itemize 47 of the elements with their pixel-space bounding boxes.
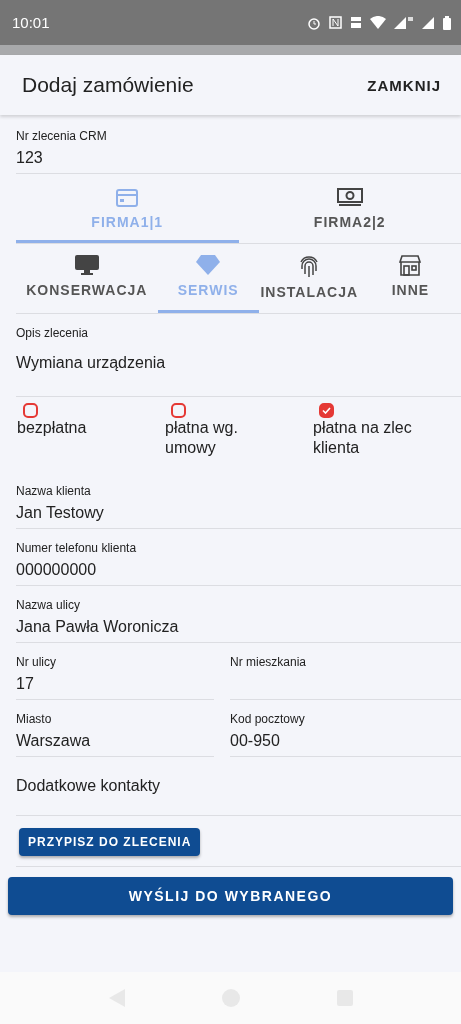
assign-button[interactable]: PRZYPISZ DO ZLECENIA [19, 828, 201, 856]
field-label: Opis zlecenia [16, 326, 90, 340]
wifi-icon [370, 16, 386, 29]
input-field[interactable]: 17 [16, 675, 214, 693]
field-label: Numer telefonu klienta [16, 541, 138, 555]
banknote-icon [336, 188, 363, 208]
checkbox[interactable] [23, 403, 38, 418]
field-label: Miasto [16, 712, 53, 726]
category-tab[interactable]: INNE [359, 244, 461, 313]
fingerprint-icon [298, 254, 321, 278]
input-field[interactable]: Wymiana urządzenia [16, 354, 461, 372]
input-field[interactable]: 000000000 [16, 561, 461, 579]
close-button[interactable]: ZAMKNIJ [363, 72, 445, 98]
input-field[interactable]: 123 [16, 149, 461, 167]
checkbox-label: płatna na zlec klienta [313, 418, 413, 458]
input-field[interactable]: 00-950 [230, 732, 461, 750]
input-field[interactable]: Warszawa [16, 732, 214, 750]
signal-icon [394, 16, 414, 29]
store-icon [398, 254, 423, 276]
battery-icon [443, 15, 451, 30]
field-label: Kod pocztowy [230, 712, 306, 726]
field-label: Nr mieszkania [230, 655, 308, 669]
page-title: Dodaj zamówienie [22, 73, 194, 97]
checkmark-icon [322, 407, 331, 414]
input-field[interactable]: Jan Testowy [16, 504, 461, 522]
diamond-icon [196, 254, 221, 276]
send-button[interactable]: WYŚLIJ DO WYBRANEGO [8, 877, 453, 915]
checkbox[interactable] [171, 403, 186, 418]
field-label: Nr zlecenia CRM [16, 129, 108, 143]
monitor-icon [73, 254, 100, 276]
field-label: Nr ulicy [16, 655, 57, 669]
input-field[interactable]: Jana Pawła Woronicza [16, 618, 461, 636]
alarm-icon [307, 15, 321, 30]
category-tab[interactable]: KONSERWACJA [16, 244, 158, 313]
checkbox-label: płatna wg. umowy [165, 418, 239, 458]
checkbox-label: bezpłatna [17, 418, 88, 438]
signal-icon [422, 16, 435, 29]
category-tab[interactable]: INSTALACJA [258, 244, 360, 313]
network-type-icon [350, 16, 362, 29]
section-label: Dodatkowe kontakty [16, 777, 162, 795]
status-time: 10:01 [12, 14, 50, 31]
company-tab[interactable]: FIRMA2|2 [238, 174, 461, 243]
field-label: Nazwa klienta [16, 484, 92, 498]
checkbox[interactable] [319, 403, 334, 418]
field-label: Nazwa ulicy [16, 598, 82, 612]
credit-card-icon [115, 188, 140, 208]
nfc-icon [329, 16, 342, 29]
